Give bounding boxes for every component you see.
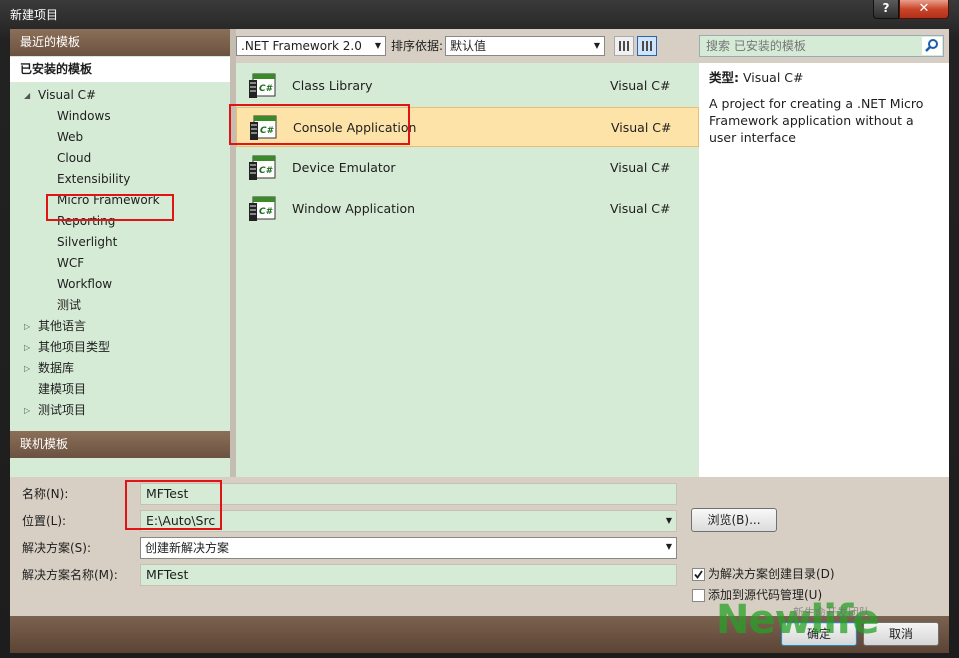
search-icon	[925, 39, 938, 52]
tree-item[interactable]: 测试项目	[38, 400, 86, 421]
dialog-window: 新建项目 ? ✕ 最近的模板 已安装的模板 ◢ Visual C# Windows W…	[0, 0, 959, 658]
location-field[interactable]: E:\Auto\Src ▼	[140, 510, 677, 532]
search-input[interactable]	[702, 37, 917, 55]
tree-expander-icon[interactable]: ◢	[24, 85, 34, 106]
solution-select-value: 创建新解决方案	[145, 541, 230, 555]
location-label: 位置(L):	[22, 514, 67, 528]
recent-templates-header[interactable]: 最近的模板	[10, 29, 230, 56]
template-name: Console Application	[293, 120, 417, 135]
small-icons-icon	[619, 41, 629, 51]
template-language: Visual C#	[610, 201, 671, 216]
solution-label: 解决方案(S):	[22, 541, 92, 555]
tree-item[interactable]: Cloud	[57, 148, 91, 169]
tree-item[interactable]: 其他语言	[38, 316, 86, 337]
template-row[interactable]: C# Class Library Visual C#	[236, 66, 699, 106]
tree-item[interactable]: Silverlight	[57, 232, 117, 253]
template-language: Visual C#	[611, 120, 672, 135]
tree-expander-icon[interactable]: ▷	[24, 400, 34, 421]
csharp-project-icon: C#	[249, 73, 276, 98]
solution-select[interactable]: 创建新解决方案 ▼	[140, 537, 677, 559]
template-row[interactable]: C# Device Emulator Visual C#	[236, 148, 699, 188]
description-text: A project for creating a .NET Micro Fram…	[709, 96, 924, 145]
solution-name-field[interactable]: MFTest	[140, 564, 677, 586]
location-value: E:\Auto\Src	[146, 513, 216, 528]
list-view-button[interactable]	[637, 36, 657, 56]
framework-select-value: .NET Framework 2.0	[241, 39, 362, 53]
csharp-project-icon: C#	[250, 115, 277, 140]
csharp-project-icon: C#	[249, 196, 276, 221]
sort-select-value: 默认值	[450, 39, 487, 53]
search-button[interactable]	[922, 37, 942, 55]
tree-item[interactable]: Workflow	[57, 274, 112, 295]
tree-item[interactable]: 其他项目类型	[38, 337, 110, 358]
template-name: Class Library	[292, 78, 373, 93]
dialog-client: 最近的模板 已安装的模板 ◢ Visual C# Windows Web Cloud Ex…	[10, 29, 949, 653]
tree-item[interactable]: 建模项目	[38, 379, 86, 400]
sort-select[interactable]: 默认值 ▼	[445, 36, 605, 56]
sort-label: 排序依据:	[391, 39, 444, 53]
template-name: Device Emulator	[292, 160, 396, 175]
name-field[interactable]: MFTest	[140, 483, 677, 505]
tree-item[interactable]: Micro Framework	[57, 190, 160, 211]
search-box[interactable]	[699, 35, 944, 57]
chevron-down-icon: ▼	[374, 41, 381, 50]
list-view-icon	[642, 41, 652, 51]
tree-item[interactable]: Windows	[57, 106, 111, 127]
csharp-badge: C#	[260, 126, 275, 136]
source-control-label[interactable]: 添加到源代码管理(U)	[708, 587, 822, 603]
template-description-panel: 类型: Visual C# A project for creating a .…	[699, 63, 949, 477]
small-icons-view-button[interactable]	[614, 36, 634, 56]
create-directory-label[interactable]: 为解决方案创建目录(D)	[708, 566, 835, 582]
close-button[interactable]: ✕	[899, 0, 949, 19]
csharp-badge: C#	[259, 166, 274, 176]
tree-item[interactable]: 测试	[57, 295, 81, 316]
tree-item[interactable]: Web	[57, 127, 83, 148]
template-row[interactable]: C# Window Application Visual C#	[236, 189, 699, 229]
tree-expander-icon[interactable]: ▷	[24, 316, 34, 337]
template-language: Visual C#	[610, 160, 671, 175]
csharp-badge: C#	[259, 207, 274, 217]
template-language: Visual C#	[610, 78, 671, 93]
description-type-value: Visual C#	[742, 70, 804, 85]
template-row[interactable]: C# Console Application Visual C#	[236, 107, 699, 147]
checkmark-icon	[694, 570, 703, 579]
csharp-badge: C#	[259, 84, 274, 94]
template-categories-panel: 最近的模板 已安装的模板 ◢ Visual C# Windows Web Cloud Ex…	[10, 29, 230, 477]
ok-button[interactable]: 确定	[781, 622, 857, 646]
browse-button[interactable]: 浏览(B)...	[691, 508, 777, 532]
framework-select[interactable]: .NET Framework 2.0 ▼	[236, 36, 386, 56]
template-name: Window Application	[292, 201, 416, 216]
title-bar[interactable]: 新建项目 ? ✕	[0, 0, 959, 28]
tree-expander-icon[interactable]: ▷	[24, 337, 34, 358]
description-type: 类型: Visual C#	[709, 69, 939, 87]
name-label: 名称(N):	[22, 487, 69, 501]
solution-name-label: 解决方案名称(M):	[22, 568, 118, 582]
tree-item[interactable]: 数据库	[38, 358, 74, 379]
tree-item[interactable]: Reporting	[57, 211, 115, 232]
tree-expander-icon[interactable]: ▷	[24, 358, 34, 379]
csharp-project-icon: C#	[249, 155, 276, 180]
chevron-down-icon: ▼	[593, 41, 600, 50]
cancel-button[interactable]: 取消	[863, 622, 939, 646]
description-type-label: 类型:	[709, 70, 739, 85]
template-list: C# Class Library Visual C# C# Console Applic…	[236, 63, 699, 477]
source-control-checkbox[interactable]	[692, 589, 705, 602]
template-toolbar: .NET Framework 2.0 ▼ 排序依据: 默认值 ▼	[236, 34, 698, 58]
online-templates-header[interactable]: 联机模板	[10, 431, 230, 458]
installed-templates-header[interactable]: 已安装的模板	[10, 57, 230, 82]
chevron-down-icon[interactable]: ▼	[666, 511, 672, 531]
button-bar: 确定 取消	[10, 616, 949, 653]
help-button[interactable]: ?	[873, 0, 899, 19]
window-title: 新建项目	[10, 8, 59, 22]
tree-item[interactable]: Visual C#	[38, 85, 96, 106]
tree-item[interactable]: WCF	[57, 253, 84, 274]
chevron-down-icon: ▼	[665, 542, 672, 551]
tree-item[interactable]: Extensibility	[57, 169, 130, 190]
create-directory-checkbox[interactable]	[692, 568, 705, 581]
